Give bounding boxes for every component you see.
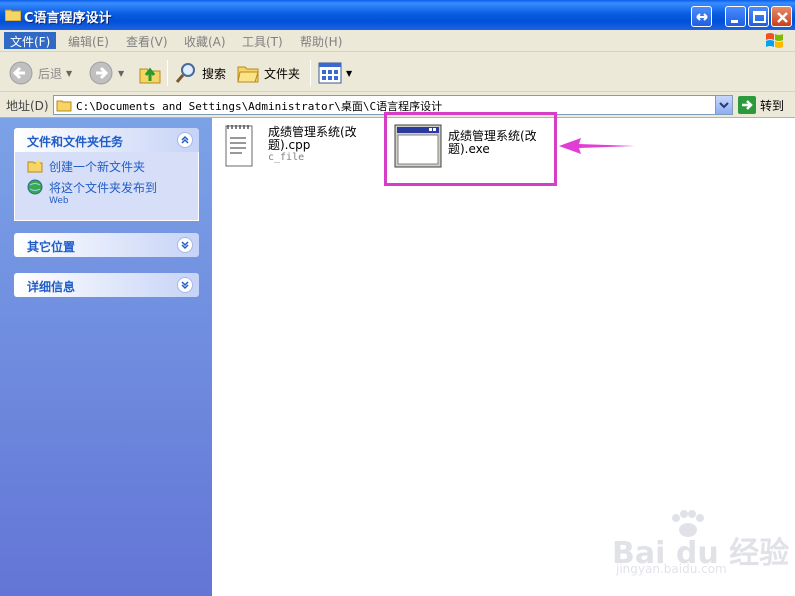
double-arrow-icon: [696, 13, 708, 21]
task-pane: 文件和文件夹任务 创建一个新文件夹 将这个文件夹发布到 Web 其它位置 详细信…: [0, 118, 212, 596]
close-icon: [777, 12, 788, 23]
file-type: c_file: [268, 152, 305, 163]
task-sublabel: Web: [49, 196, 69, 206]
maximize-button[interactable]: [748, 6, 769, 27]
folder-icon: [5, 9, 21, 21]
forward-arrow-icon: [89, 61, 113, 85]
panel-title: 文件和文件夹任务: [27, 135, 124, 149]
watermark: Bai du 经验 jingyan.baidu.com: [612, 510, 789, 580]
address-label: 地址(D): [6, 99, 49, 113]
title-bar: C语言程序设计: [0, 0, 795, 30]
back-label: 后退: [38, 66, 63, 81]
toolbar-separator: [167, 60, 168, 86]
search-label: 搜索: [202, 66, 227, 81]
panel-header[interactable]: 文件和文件夹任务: [14, 128, 199, 152]
pointer-arrow-icon: [559, 138, 635, 154]
expand-icon[interactable]: [177, 277, 193, 293]
file-name: 题).cpp: [268, 138, 311, 152]
maximize-icon: [753, 11, 766, 23]
highlight-box: [384, 112, 557, 186]
folders-button[interactable]: 文件夹: [236, 60, 300, 86]
back-arrow-icon: [9, 61, 33, 85]
panel-body: 创建一个新文件夹 将这个文件夹发布到 Web: [14, 152, 199, 221]
task-publish-web[interactable]: 将这个文件夹发布到 Web: [27, 179, 190, 206]
toolbar: 后退 ▼ ▼ 搜索 文件夹 ▼: [0, 52, 795, 92]
file-item-cpp[interactable]: 成绩管理系统(改 题).cpp c_file: [224, 124, 357, 168]
windows-logo-icon: [766, 33, 783, 48]
menu-tools[interactable]: 工具(T): [236, 32, 289, 49]
other-places-panel: 其它位置: [14, 233, 199, 257]
search-icon: [175, 63, 195, 83]
publish-web-icon: [27, 179, 43, 195]
go-label: 转到: [760, 98, 785, 113]
folders-icon: [237, 66, 259, 83]
back-dropdown-icon[interactable]: ▼: [66, 69, 72, 78]
task-new-folder[interactable]: 创建一个新文件夹: [27, 158, 190, 175]
text-document-icon: [225, 125, 253, 167]
up-folder-icon: [139, 67, 161, 84]
panel-header[interactable]: 详细信息: [14, 273, 199, 297]
restore-horizontal-button[interactable]: [691, 6, 712, 27]
task-label: 将这个文件夹发布到: [49, 181, 158, 195]
menu-bar: 文件(F) 编辑(E) 查看(V) 收藏(A) 工具(T) 帮助(H): [0, 30, 795, 52]
folders-label: 文件夹: [264, 66, 301, 81]
go-arrow-icon: [738, 96, 756, 114]
menu-edit[interactable]: 编辑(E): [62, 32, 115, 49]
panel-title: 详细信息: [27, 280, 76, 294]
toolbar-separator: [310, 60, 311, 86]
menu-favorites[interactable]: 收藏(A): [178, 32, 232, 49]
folder-icon: [56, 100, 72, 112]
address-dropdown-button[interactable]: [715, 96, 732, 114]
minimize-icon: [731, 20, 738, 23]
file-list-area[interactable]: 成绩管理系统(改 题).cpp c_file 成绩管理系统(改 题).exe B…: [212, 112, 795, 596]
file-folder-tasks-panel: 文件和文件夹任务 创建一个新文件夹 将这个文件夹发布到 Web: [14, 128, 199, 221]
search-button[interactable]: 搜索: [174, 60, 226, 86]
minimize-button[interactable]: [725, 6, 746, 27]
panel-title: 其它位置: [27, 240, 76, 254]
watermark-sub: jingyan.baidu.com: [616, 562, 727, 576]
views-dropdown-icon[interactable]: ▼: [346, 69, 352, 78]
new-folder-icon: [27, 159, 43, 173]
expand-icon[interactable]: [177, 237, 193, 253]
forward-dropdown-icon[interactable]: ▼: [118, 69, 124, 78]
up-folder-button[interactable]: [138, 60, 162, 86]
close-button[interactable]: [771, 6, 792, 27]
back-button[interactable]: 后退 ▼: [8, 60, 72, 86]
menu-view[interactable]: 查看(V): [120, 32, 174, 49]
task-label: 创建一个新文件夹: [49, 160, 146, 174]
panel-header[interactable]: 其它位置: [14, 233, 199, 257]
go-button[interactable]: 转到: [738, 96, 784, 114]
chevron-down-icon: [719, 102, 729, 109]
forward-button[interactable]: ▼: [88, 60, 124, 86]
menu-file[interactable]: 文件(F): [4, 32, 57, 49]
collapse-icon[interactable]: [177, 132, 193, 148]
views-icon: [318, 62, 342, 84]
views-button[interactable]: ▼: [318, 60, 352, 86]
window-title: C语言程序设计: [24, 11, 112, 26]
menu-help[interactable]: 帮助(H): [294, 32, 348, 49]
details-panel: 详细信息: [14, 273, 199, 297]
